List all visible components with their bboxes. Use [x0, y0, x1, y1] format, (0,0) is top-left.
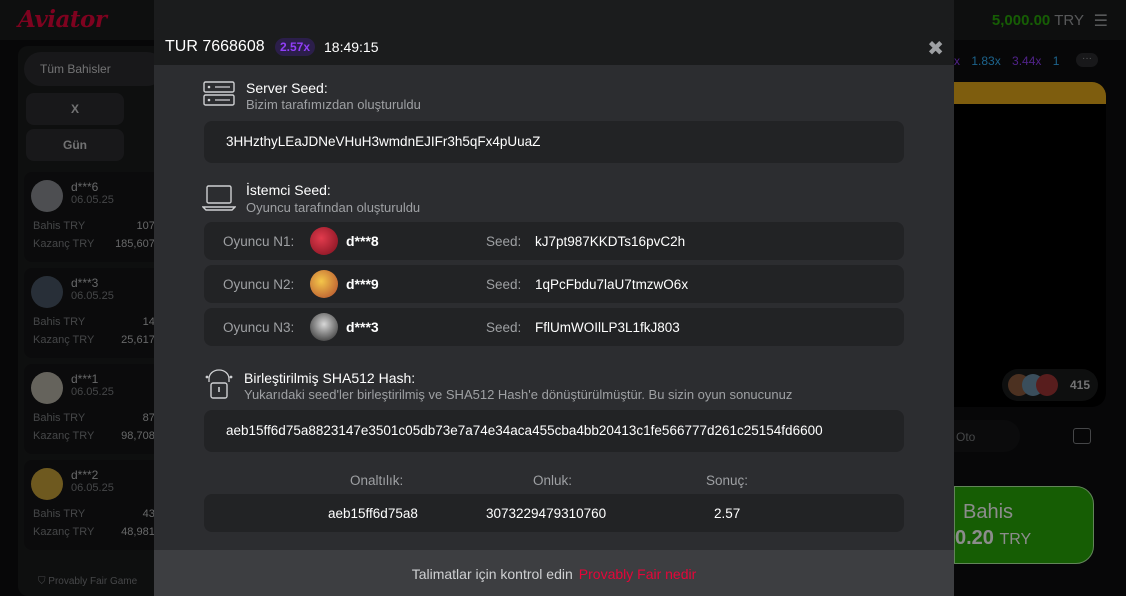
player-name: d***3: [346, 319, 379, 335]
server-icon: [203, 81, 235, 106]
player-label: Oyuncu N2:: [223, 277, 295, 292]
round-id: TUR 7668608: [165, 38, 265, 55]
player-name: d***8: [346, 233, 379, 249]
provably-fair-modal: TUR 7668608 2.57x 18:49:15 ✖ Server Seed…: [154, 28, 954, 596]
decimal-label: Onluk:: [533, 473, 573, 488]
provably-fair-link[interactable]: Provably Fair nedir: [579, 566, 697, 582]
modal-header: TUR 7668608 2.57x 18:49:15 ✖: [154, 28, 954, 65]
result-value: 2.57: [714, 506, 741, 521]
footer-text: Talimatlar için kontrol edin: [411, 566, 573, 582]
result-label: Sonuç:: [706, 473, 749, 488]
close-icon[interactable]: ✖: [927, 36, 944, 61]
player-avatar: [310, 227, 338, 255]
overlay-backdrop-right[interactable]: [954, 0, 1126, 596]
hash-subtitle: Yukarıdaki seed'ler birleştirilmiş ve SH…: [244, 387, 793, 402]
server-seed-subtitle: Bizim tarafımızdan oluşturuldu: [246, 97, 421, 112]
client-seed-title: İstemci Seed:: [246, 182, 331, 198]
hash-value: aeb15ff6d75a8823147e3501c05db73e7a74e34a…: [204, 410, 904, 452]
player-label: Oyuncu N3:: [223, 320, 295, 335]
lock-icon: [205, 369, 233, 399]
hash-title: Birleştirilmiş SHA512 Hash:: [244, 370, 416, 386]
player-avatar: [310, 313, 338, 341]
player-label: Oyuncu N1:: [223, 234, 295, 249]
round-time: 18:49:15: [324, 39, 379, 55]
seed-label: Seed:: [486, 234, 522, 249]
client-seed-row: Oyuncu N1: d***8 Seed: kJ7pt987KKDTs16pv…: [204, 222, 904, 260]
hex-label: Onaltılık:: [350, 473, 404, 488]
player-seed: FflUmWOIlLP3L1fkJ803: [535, 320, 680, 335]
hex-value: aeb15ff6d75a8: [328, 506, 418, 521]
decimal-value: 3073229479310760: [486, 506, 607, 521]
seed-label: Seed:: [486, 320, 522, 335]
player-name: d***9: [346, 276, 379, 292]
laptop-icon: [202, 185, 236, 211]
result-row: aeb15ff6d75a8 3073229479310760 2.57: [204, 494, 904, 532]
server-seed-value: 3HHzthyLEaJDNeVHuH3wmdnEJIFr3h5qFx4pUuaZ: [204, 121, 904, 163]
client-seed-row: Oyuncu N3: d***3 Seed: FflUmWOIlLP3L1fkJ…: [204, 308, 904, 346]
modal-footer: Talimatlar için kontrol edin Provably Fai…: [154, 550, 954, 596]
overlay-backdrop-left[interactable]: [0, 0, 154, 596]
player-seed: kJ7pt987KKDTs16pvC2h: [535, 234, 686, 249]
client-seed-row: Oyuncu N2: d***9 Seed: 1qPcFbdu7laU7tmzw…: [204, 265, 904, 303]
player-seed: 1qPcFbdu7laU7tmzwO6x: [535, 277, 689, 292]
client-seed-subtitle: Oyuncu tarafından oluşturuldu: [246, 200, 421, 215]
seed-label: Seed:: [486, 277, 522, 292]
server-seed-title: Server Seed:: [246, 80, 328, 96]
player-avatar: [310, 270, 338, 298]
round-multiplier-badge: 2.57x: [275, 38, 316, 56]
